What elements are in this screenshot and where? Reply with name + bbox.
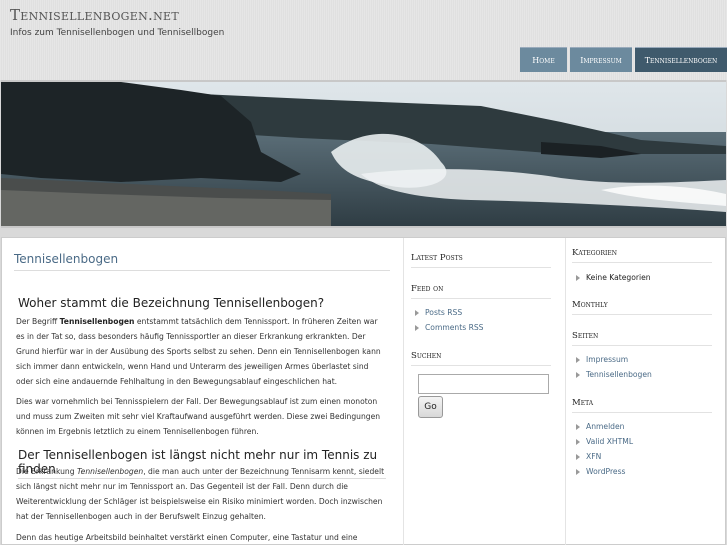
site-title[interactable]: Tennisellenbogen.net <box>10 6 179 24</box>
page-title: Tennisellenbogen <box>14 252 390 271</box>
paragraph-1-intro: Der Begriff <box>16 317 60 326</box>
widget-title-categories: Kategorien <box>572 248 712 263</box>
meta-link-valid-xhtml[interactable]: Valid XHTML <box>574 437 633 446</box>
feed-link-posts-rss[interactable]: Posts RSS <box>413 308 462 317</box>
widget-title-monthly: Monthly <box>572 300 712 315</box>
category-item-none: Keine Kategorien <box>574 273 651 282</box>
meta-link-xfn[interactable]: XFN <box>574 452 601 461</box>
coastal-waves-image <box>1 82 726 226</box>
header-banner-image <box>1 80 726 228</box>
site-header: Tennisellenbogen.net Infos zum Tennisell… <box>0 0 727 80</box>
paragraph-3: Die Erkrankung Tennisellenbogen, die man… <box>16 464 388 524</box>
site-description: Infos zum Tennisellenbogen und Tennisell… <box>10 28 225 38</box>
main-navigation: Home Impressum Tennisellenbogen <box>520 47 727 72</box>
widget-title-search: Suchen <box>411 351 551 366</box>
content-area: Tennisellenbogen Woher stammt die Bezeic… <box>1 237 726 545</box>
paragraph-4: Denn das heutige Arbeitsbild beinhaltet … <box>16 533 358 542</box>
bold-term: Tennisellenbogen <box>59 317 135 326</box>
nav-tab-home[interactable]: Home <box>520 47 567 72</box>
feed-link-comments-rss[interactable]: Comments RSS <box>413 323 484 332</box>
meta-link-wordpress[interactable]: WordPress <box>574 467 626 476</box>
paragraph-1: Der Begriff Tennisellenbogen entstammt t… <box>16 314 388 389</box>
widget-title-latest-posts: Latest Posts <box>411 253 551 268</box>
nav-tab-impressum[interactable]: Impressum <box>570 47 632 72</box>
paragraph-2: Dies war vornehmlich bei Tennisspielern … <box>16 397 381 436</box>
italic-term: Tennisellenbogen <box>76 467 144 476</box>
sidebar-left: Latest Posts Feed on Posts RSS Comments … <box>403 238 558 545</box>
widget-title-pages: Seiten <box>572 331 712 346</box>
page-link-impressum[interactable]: Impressum <box>574 355 628 364</box>
paragraph-1-text: entstammt tatsächlich dem Tennissport. I… <box>16 317 381 386</box>
search-input[interactable] <box>418 374 549 394</box>
nav-tab-tennisellenbogen[interactable]: Tennisellenbogen <box>635 47 727 72</box>
sidebar-right: Kategorien Keine Kategorien Monthly Seit… <box>565 238 727 545</box>
search-go-button[interactable]: Go <box>418 396 443 418</box>
paragraph-3-intro: Die Erkrankung <box>16 467 77 476</box>
widget-title-feed: Feed on <box>411 284 551 299</box>
meta-link-anmelden[interactable]: Anmelden <box>574 422 625 431</box>
widget-title-meta: Meta <box>572 398 712 413</box>
section-heading-1: Woher stammt die Bezeichnung Tennisellen… <box>18 296 325 310</box>
page-link-tennisellenbogen[interactable]: Tennisellenbogen <box>574 370 652 379</box>
